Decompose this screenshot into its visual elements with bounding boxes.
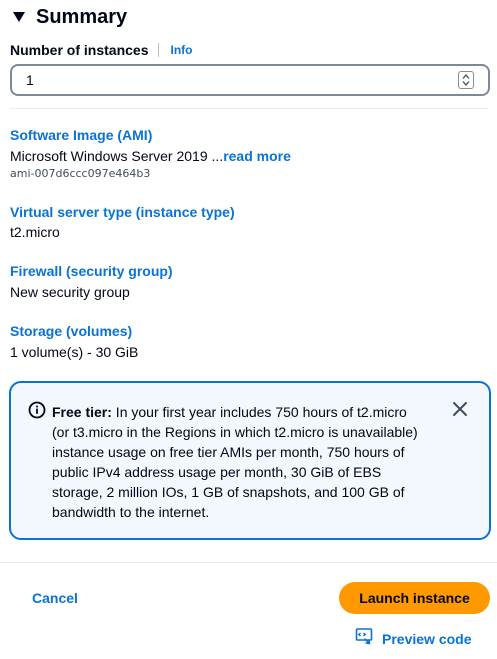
storage-value: 1 volume(s) - 30 GiB xyxy=(10,344,139,360)
firewall-value: New security group xyxy=(10,284,130,300)
read-more-link[interactable]: read more xyxy=(223,148,291,164)
cancel-button[interactable]: Cancel xyxy=(32,588,78,608)
free-tier-alert: Free tier: In your first year includes 7… xyxy=(9,381,491,540)
ami-value: Microsoft Windows Server 2019 ...read mo… xyxy=(10,147,291,165)
free-tier-line: bandwidth to the internet. xyxy=(52,504,210,520)
footer-divider xyxy=(0,562,497,563)
instances-label-row: Number of instances Info xyxy=(10,41,192,59)
free-tier-line: storage, 2 million IOs, 1 GB of snapshot… xyxy=(52,484,405,500)
summary-header[interactable]: Summary xyxy=(10,5,127,29)
launch-instance-button[interactable]: Launch instance xyxy=(339,582,490,614)
free-tier-line: instance usage on free tier AMIs per mon… xyxy=(52,444,405,460)
close-icon[interactable] xyxy=(451,400,469,418)
ami-id: ami-007d6ccc097e464b3 xyxy=(10,167,151,180)
caret-down-icon[interactable] xyxy=(10,6,28,28)
free-tier-line: In your first year includes 750 hours of… xyxy=(111,404,407,420)
preview-code-button[interactable]: Preview code xyxy=(355,627,472,650)
info-link[interactable]: Info xyxy=(170,43,192,57)
ami-label-link[interactable]: Software Image (AMI) xyxy=(10,126,152,144)
free-tier-text: Free tier: In your first year includes 7… xyxy=(52,402,442,522)
page-title: Summary xyxy=(36,6,128,28)
section-divider xyxy=(10,108,488,109)
code-preview-icon xyxy=(355,627,373,650)
storage-label-link[interactable]: Storage (volumes) xyxy=(10,322,132,340)
free-tier-title: Free tier: xyxy=(52,404,112,420)
firewall-label-link[interactable]: Firewall (security group) xyxy=(10,262,173,280)
instance-type-label-link[interactable]: Virtual server type (instance type) xyxy=(10,203,235,221)
ami-name: Microsoft Windows Server 2019 ... xyxy=(10,148,224,164)
instance-type-value: t2.micro xyxy=(10,224,60,240)
free-tier-line: public IPv4 address usage per month, 30 … xyxy=(52,464,382,480)
instances-label: Number of instances xyxy=(10,42,149,58)
preview-code-label[interactable]: Preview code xyxy=(382,629,472,649)
instances-input[interactable]: 1 xyxy=(10,64,490,96)
info-circle-icon xyxy=(28,401,46,424)
info-separator xyxy=(158,43,160,57)
instances-input-value[interactable]: 1 xyxy=(12,72,458,88)
free-tier-line: (or t3.micro in the Regions in which t2.… xyxy=(52,424,418,440)
stepper-icon[interactable] xyxy=(458,71,474,89)
